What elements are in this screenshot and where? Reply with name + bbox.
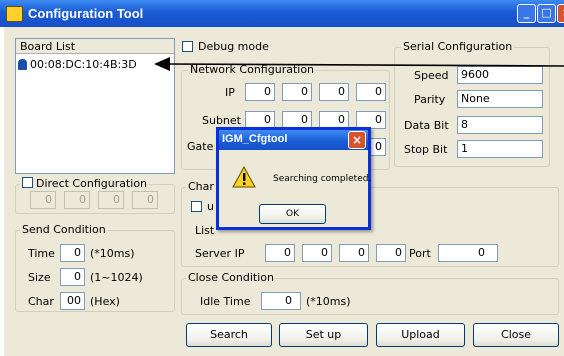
dialog-close-button[interactable]: × — [348, 131, 366, 149]
dialog-title-bar[interactable]: IGM_Cfgtool × — [219, 130, 368, 150]
dialog-ok-button[interactable]: OK — [259, 204, 326, 224]
dialog-message: Searching completed. — [273, 174, 372, 184]
dialog-title: IGM_Cfgtool — [222, 133, 288, 145]
message-dialog: IGM_Cfgtool × Searching completed. OK — [216, 127, 371, 230]
warning-icon — [232, 166, 256, 188]
configuration-tool-window: Configuration Tool _ □ × Board List 00:0… — [0, 0, 564, 356]
